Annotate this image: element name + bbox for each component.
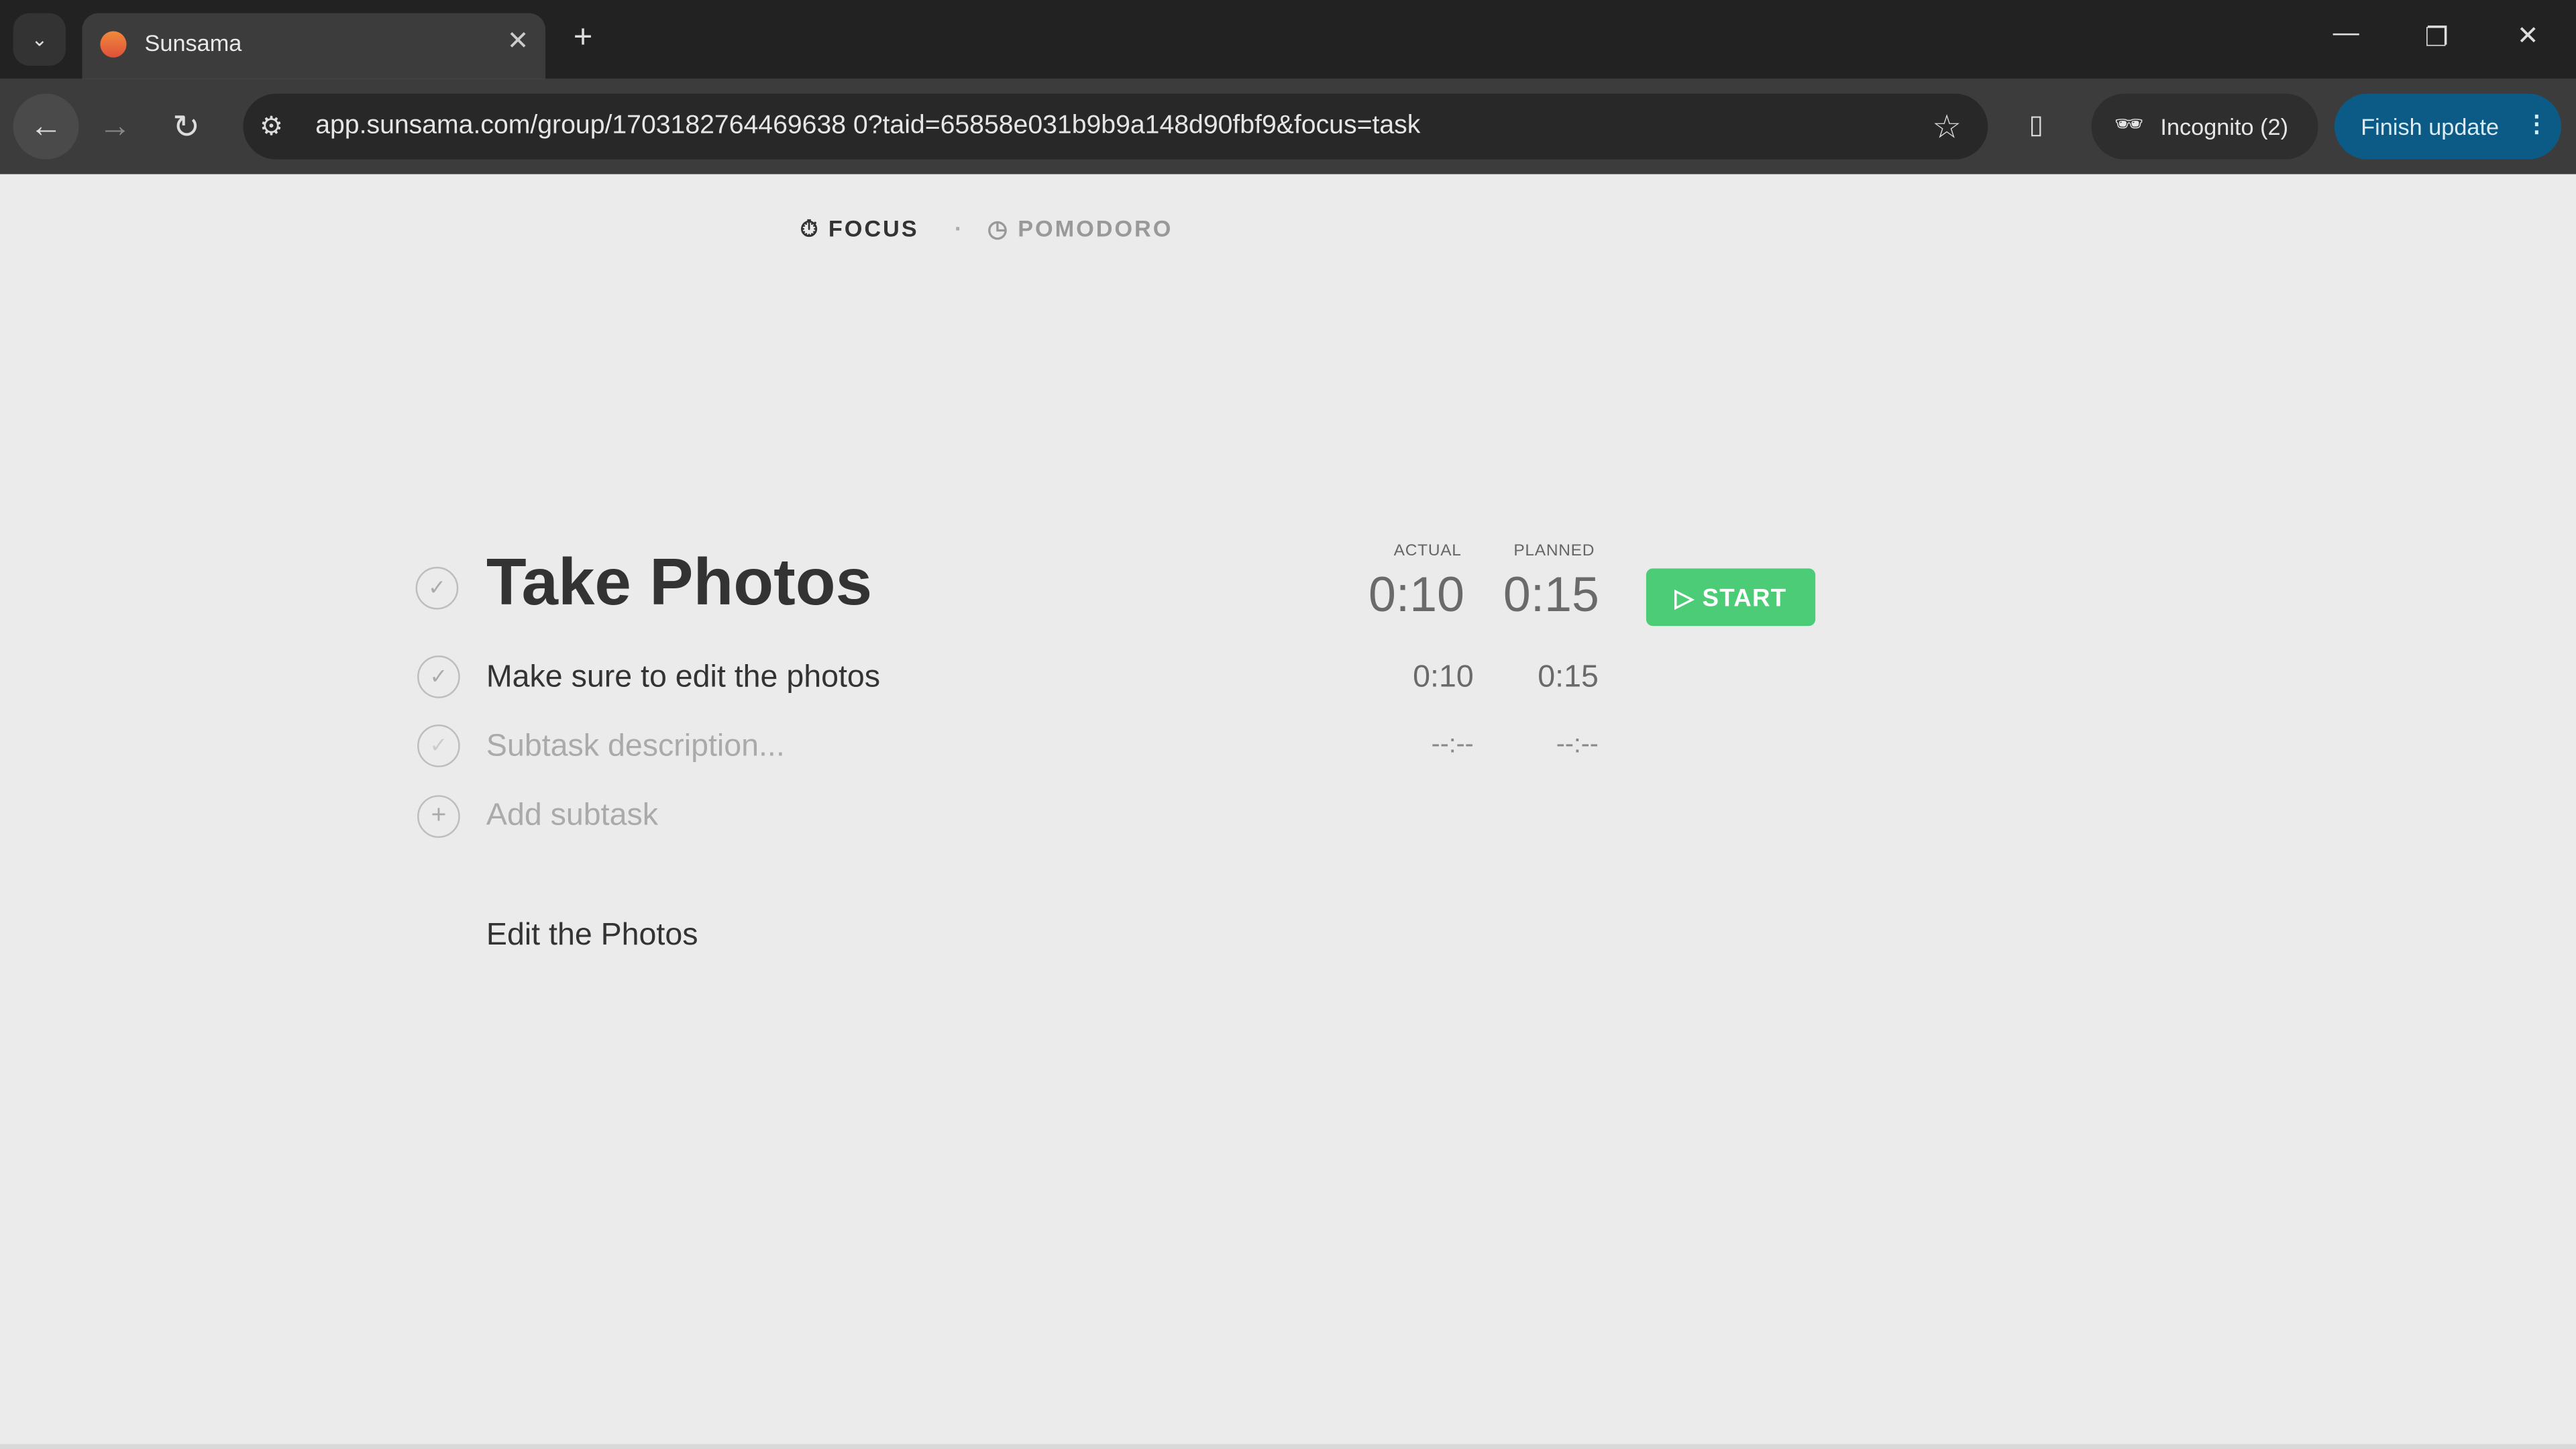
- pomodoro-label: POMODORO: [1018, 215, 1173, 242]
- new-tab-icon[interactable]: +: [574, 19, 593, 57]
- add-subtask-icon[interactable]: +: [417, 795, 460, 838]
- start-label: START: [1702, 584, 1787, 612]
- actual-time[interactable]: 0:10: [1368, 568, 1464, 624]
- more-menu-icon[interactable]: ⋮: [2525, 110, 2548, 138]
- complete-task-checkbox[interactable]: ✓: [415, 566, 459, 610]
- reload-icon[interactable]: ↻: [172, 107, 200, 148]
- subtask-text[interactable]: Make sure to edit the photos: [486, 660, 880, 696]
- forward-icon[interactable]: →: [99, 109, 131, 146]
- bottom-divider: [0, 1444, 2576, 1449]
- stopwatch-icon: ⏱: [800, 215, 820, 242]
- site-settings-icon[interactable]: ⚙: [260, 110, 283, 143]
- task-notes[interactable]: Edit the Photos: [486, 918, 698, 955]
- planned-time[interactable]: 0:15: [1503, 568, 1599, 624]
- pomodoro-mode-tab[interactable]: ◷ POMODORO: [987, 215, 1173, 244]
- browser-toolbar: ← → ↻ ⚙ app.sunsama.com/group/1703182764…: [0, 78, 2576, 174]
- new-subtask-actual-time[interactable]: --:--: [1375, 731, 1474, 761]
- new-subtask-planned-time[interactable]: --:--: [1500, 731, 1599, 761]
- incognito-icon: 🕶: [2114, 110, 2144, 137]
- tab-sunsama[interactable]: Sunsama ✕: [82, 13, 546, 79]
- profile-label: Incognito (2): [2160, 113, 2289, 140]
- start-button[interactable]: ▷ START: [1646, 568, 1816, 627]
- header-separator: ·: [954, 215, 965, 242]
- url-text[interactable]: app.sunsama.com/group/1703182764469638 0…: [315, 112, 1420, 142]
- timer-icon: ◷: [987, 215, 1010, 242]
- finish-update-label: Finish update: [2361, 113, 2500, 140]
- add-subtask-button[interactable]: Add subtask: [486, 798, 658, 835]
- minimize-icon[interactable]: —: [2333, 19, 2359, 49]
- bookmark-star-icon[interactable]: ☆: [1932, 107, 1962, 148]
- tab-strip: ⌄ Sunsama ✕ + — ❐ ✕: [0, 0, 2576, 79]
- address-bar[interactable]: ⚙ app.sunsama.com/group/1703182764469638…: [243, 93, 1988, 160]
- focus-mode-tab[interactable]: ⏱ FOCUS: [800, 215, 919, 244]
- incognito-profile-button[interactable]: 🕶 Incognito (2): [2091, 93, 2318, 160]
- finish-update-button[interactable]: Finish update ⋮: [2334, 93, 2561, 160]
- focus-label: FOCUS: [828, 215, 919, 242]
- task-title[interactable]: Take Photos: [486, 547, 872, 621]
- side-panel-icon[interactable]: ▯: [2029, 109, 2044, 142]
- back-icon[interactable]: ←: [13, 93, 79, 160]
- new-subtask-checkbox[interactable]: ✓: [417, 724, 460, 767]
- close-window-icon[interactable]: ✕: [2517, 19, 2539, 52]
- actual-label: ACTUAL: [1393, 542, 1462, 561]
- play-icon: ▷: [1674, 584, 1695, 612]
- subtask-description-input[interactable]: Subtask description...: [486, 729, 785, 765]
- restore-icon[interactable]: ❐: [2425, 21, 2449, 54]
- subtask-actual-time[interactable]: 0:10: [1375, 660, 1474, 696]
- subtask-planned-time[interactable]: 0:15: [1500, 660, 1599, 696]
- planned-label: PLANNED: [1513, 542, 1595, 561]
- subtask-checkbox[interactable]: ✓: [417, 655, 460, 698]
- tab-title: Sunsama: [144, 30, 242, 56]
- tab-search-button[interactable]: ⌄: [13, 13, 66, 66]
- close-tab-icon[interactable]: ✕: [507, 25, 529, 58]
- sunsama-favicon: [100, 31, 127, 58]
